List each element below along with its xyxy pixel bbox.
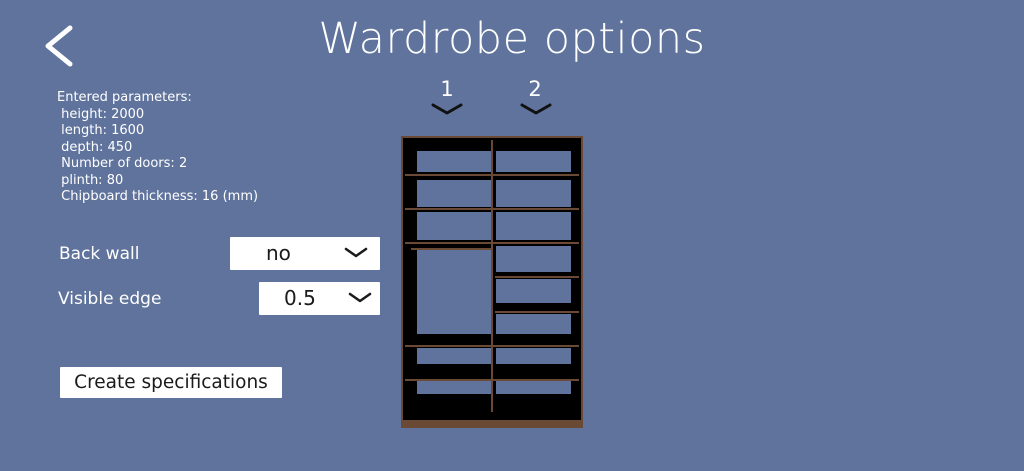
wardrobe-preview — [401, 136, 583, 432]
hanging-rail — [411, 248, 491, 250]
parameter-chipboard: Chipboard thickness: 16 (mm) — [57, 189, 259, 204]
wardrobe-right-edge — [581, 136, 583, 428]
left-compartment — [417, 151, 491, 172]
shelf — [405, 174, 579, 176]
right-compartment — [496, 246, 571, 272]
visible-edge-label: Visible edge — [58, 289, 162, 309]
right-compartment — [496, 314, 571, 334]
parameter-height: height: 2000 — [57, 106, 145, 122]
door-2-selector[interactable] — [520, 101, 552, 120]
left-compartment — [417, 348, 491, 364]
parameter-depth: depth: 450 — [57, 139, 133, 155]
entered-parameters: Entered parameters: height: 2000 length:… — [57, 90, 258, 206]
shelf — [405, 208, 579, 210]
door-2-number: 2 — [528, 77, 542, 101]
shelf — [495, 311, 579, 313]
shelf — [495, 276, 579, 278]
parameters-heading: Entered parameters: — [57, 90, 192, 105]
parameter-doors: Number of doors: 2 — [57, 156, 188, 171]
create-specifications-button[interactable]: Create specifications — [60, 367, 282, 398]
right-compartment — [496, 279, 571, 303]
right-compartment — [496, 212, 571, 240]
chevron-down-icon — [348, 292, 372, 303]
parameter-length: length: 1600 — [57, 123, 145, 138]
left-compartment — [417, 180, 491, 207]
visible-edge-dropdown[interactable]: 0.5 — [259, 282, 380, 315]
page-title: Wardrobe options — [318, 14, 706, 64]
back-wall-dropdown[interactable]: no — [230, 237, 380, 270]
wardrobe-top-edge — [401, 136, 583, 138]
door-1-selector[interactable] — [431, 101, 463, 120]
back-wall-value: no — [266, 241, 291, 265]
left-compartment — [417, 212, 491, 240]
shelf — [405, 345, 579, 347]
chevron-down-icon — [344, 247, 368, 258]
visible-edge-value: 0.5 — [284, 286, 316, 310]
shelf — [405, 379, 579, 381]
parameter-plinth: plinth: 80 — [57, 172, 124, 188]
left-compartment — [417, 381, 491, 394]
wardrobe-left-edge — [401, 136, 403, 428]
right-compartment — [496, 180, 571, 207]
door-1-number: 1 — [440, 77, 454, 101]
back-wall-label: Back wall — [59, 244, 140, 264]
right-compartment — [496, 151, 571, 172]
wardrobe-plinth — [401, 420, 583, 428]
shelf — [405, 242, 579, 244]
right-compartment — [496, 348, 571, 364]
chevron-down-icon — [431, 103, 463, 115]
right-compartment — [496, 381, 571, 394]
center-divider — [491, 140, 493, 412]
left-compartment — [417, 249, 491, 334]
wardrobe-drawing — [401, 136, 583, 428]
chevron-down-icon — [520, 103, 552, 115]
